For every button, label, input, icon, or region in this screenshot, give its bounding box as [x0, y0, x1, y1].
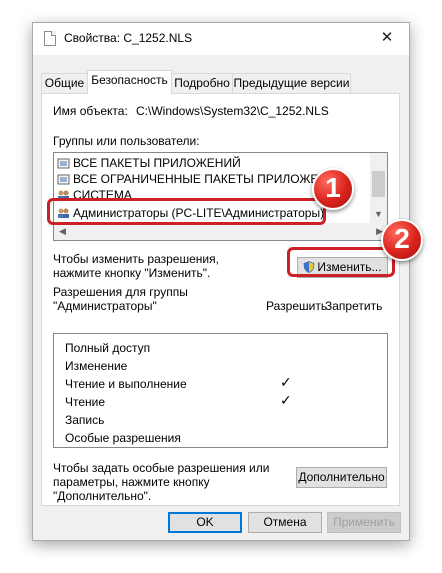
allow-check-icon: ✓ — [280, 374, 292, 390]
allow-check-icon: ✓ — [280, 392, 292, 408]
tab-details[interactable]: Подробно — [171, 73, 233, 93]
deny-header: Запретить — [325, 299, 383, 313]
scroll-down-icon[interactable]: ▼ — [374, 209, 383, 219]
window-title: Свойства: C_1252.NLS — [64, 31, 193, 45]
file-icon — [44, 31, 56, 46]
list-item[interactable]: ВСЕ ПАКЕТЫ ПРИЛОЖЕНИЙ — [57, 155, 241, 171]
ok-button[interactable]: OK — [168, 512, 242, 533]
close-button[interactable]: ✕ — [365, 23, 409, 55]
list-item[interactable]: ВСЕ ОГРАНИЧЕННЫЕ ПАКЕТЫ ПРИЛОЖЕНИ — [57, 171, 336, 187]
tab-security[interactable]: Безопасность — [87, 70, 172, 94]
security-panel: Имя объекта: C:\Windows\System32\C_1252.… — [41, 93, 400, 506]
object-name-value: C:\Windows\System32\C_1252.NLS — [136, 104, 329, 118]
permission-row: Чтение — [65, 395, 106, 409]
horizontal-scrollbar[interactable]: ◀ ▶ — [54, 223, 387, 240]
group-name: ВСЕ ОГРАНИЧЕННЫЕ ПАКЕТЫ ПРИЛОЖЕНИ — [73, 172, 336, 186]
groups-label: Группы или пользователи: — [53, 134, 200, 148]
advanced-hint: Чтобы задать особые разрешения или парам… — [53, 461, 270, 503]
permissions-table: Полный доступ Изменение Чтение и выполне… — [53, 333, 388, 448]
step-badge-1: 1 — [312, 168, 354, 210]
permission-row: Полный доступ — [65, 341, 151, 355]
permission-row: Изменение — [65, 359, 128, 373]
package-icon — [57, 174, 70, 185]
group-name: ВСЕ ПАКЕТЫ ПРИЛОЖЕНИЙ — [73, 156, 241, 170]
vertical-scrollbar[interactable]: ▼ — [370, 153, 387, 223]
cancel-button[interactable]: Отмена — [248, 512, 322, 533]
highlight-frame-1 — [47, 198, 326, 225]
highlight-frame-2 — [287, 247, 395, 277]
title-bar: Свойства: C_1252.NLS ✕ — [33, 23, 409, 55]
permission-row: Особые разрешения — [65, 431, 181, 445]
scroll-thumb[interactable] — [372, 171, 385, 197]
tab-previous-versions[interactable]: Предыдущие версии — [232, 73, 351, 93]
tab-general[interactable]: Общие — [41, 73, 88, 93]
step-badge-2: 2 — [381, 219, 423, 261]
package-icon — [57, 158, 70, 169]
permission-row: Чтение и выполнение — [65, 377, 187, 391]
scroll-left-icon[interactable]: ◀ — [59, 226, 66, 237]
change-hint: Чтобы изменить разрешения, нажмите кнопк… — [53, 252, 219, 280]
permissions-for-label: Разрешения для группы "Администраторы" — [53, 285, 188, 313]
advanced-button[interactable]: Дополнительно — [296, 467, 387, 488]
permission-row: Запись — [65, 413, 105, 427]
allow-header: Разрешить — [266, 299, 328, 313]
apply-button[interactable]: Применить — [327, 512, 401, 533]
object-name-label: Имя объекта: — [53, 104, 128, 118]
properties-dialog: Свойства: C_1252.NLS ✕ Общие Безопасност… — [32, 22, 410, 541]
